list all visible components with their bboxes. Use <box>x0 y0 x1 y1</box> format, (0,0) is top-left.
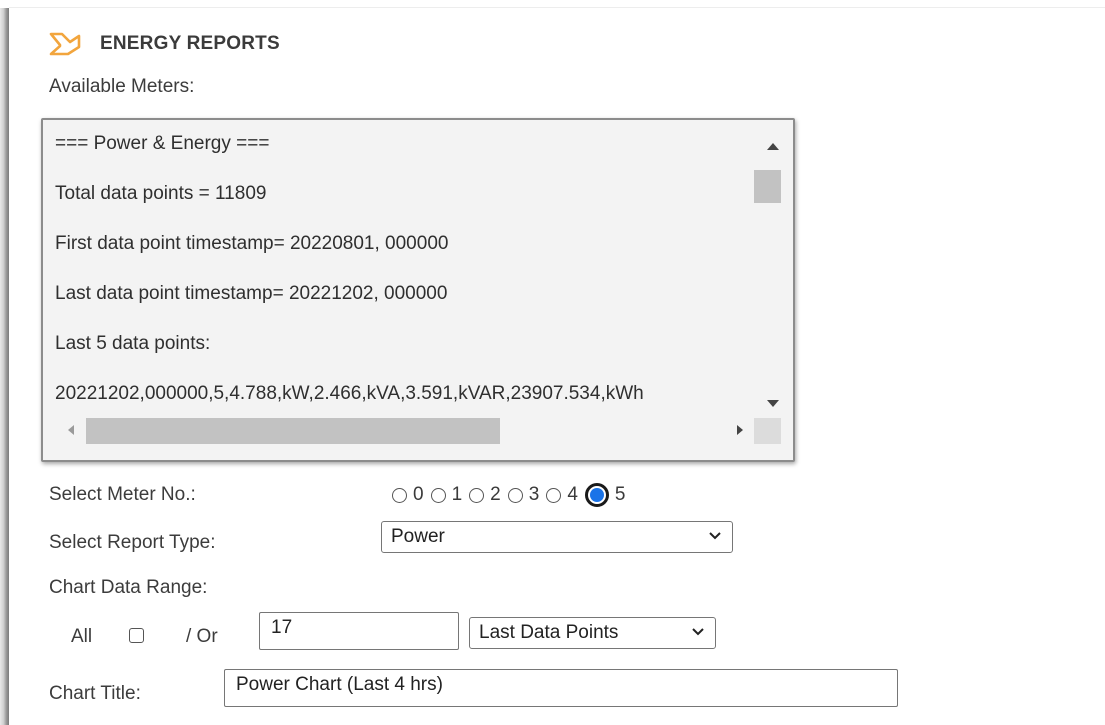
radio-label: 0 <box>413 484 424 505</box>
all-checkbox[interactable] <box>129 628 144 643</box>
scroll-right-icon[interactable] <box>737 425 743 435</box>
radio-button[interactable] <box>469 487 485 503</box>
horizontal-scroll-thumb[interactable] <box>86 418 500 444</box>
chart-title-label: Chart Title: <box>49 683 141 704</box>
meter-info-line: Last data point timestamp= 20221202, 000… <box>55 283 448 304</box>
scroll-up-icon[interactable] <box>767 143 779 150</box>
radio-button[interactable] <box>584 483 609 507</box>
panel-left-border <box>0 8 9 725</box>
meter-info-line: === Power & Energy === <box>55 133 270 154</box>
meter-radio-1[interactable]: 1 <box>430 484 463 506</box>
meters-listbox[interactable]: === Power & Energy === Total data points … <box>41 118 795 462</box>
meter-info-line: Total data points = 11809 <box>55 183 267 204</box>
report-type-select[interactable]: Power <box>381 521 733 553</box>
scrollbar-corner <box>754 418 781 444</box>
range-mode-value: Last Data Points <box>479 622 619 643</box>
meter-info-line: Last 5 data points: <box>55 333 211 354</box>
chart-range-label: Chart Data Range: <box>49 577 208 598</box>
vertical-scroll-thumb[interactable] <box>754 170 781 203</box>
select-meter-label: Select Meter No.: <box>49 484 196 505</box>
chevron-down-icon <box>709 532 721 540</box>
available-meters-label: Available Meters: <box>49 76 195 97</box>
radio-label: 2 <box>490 484 501 505</box>
all-label: All <box>71 626 93 647</box>
range-mode-select[interactable]: Last Data Points <box>469 617 716 649</box>
radio-button[interactable] <box>430 487 446 503</box>
radio-label: 3 <box>528 484 540 505</box>
radio-label: 1 <box>451 484 463 505</box>
chart-title-input[interactable]: Power Chart (Last 4 hrs) <box>224 669 898 707</box>
report-type-label: Select Report Type: <box>49 532 216 553</box>
radio-button[interactable] <box>507 487 523 503</box>
radio-label: 5 <box>614 484 626 505</box>
meter-radio-4[interactable]: 4 <box>546 484 578 506</box>
horizontal-scrollbar[interactable] <box>43 418 754 458</box>
or-label: / Or <box>186 626 218 647</box>
data-points-count-input[interactable]: 17 <box>259 612 459 650</box>
scroll-left-icon[interactable] <box>68 425 74 435</box>
arrow-icon <box>48 31 84 57</box>
radio-label: 4 <box>567 484 578 505</box>
radio-button[interactable] <box>546 487 562 503</box>
radio-button[interactable] <box>392 487 407 503</box>
meter-radio-2[interactable]: 2 <box>469 484 501 506</box>
chart-title-value: Power Chart (Last 4 hrs) <box>236 674 443 695</box>
meters-list: === Power & Energy === Total data points … <box>55 131 750 431</box>
section-header: ENERGY REPORTS <box>48 28 280 60</box>
panel-top-border <box>9 7 1105 8</box>
meter-radio-0[interactable]: 0 <box>392 484 424 506</box>
data-points-count-value: 17 <box>271 617 293 638</box>
chevron-down-icon <box>692 628 704 636</box>
vertical-scrollbar[interactable] <box>754 120 791 417</box>
report-type-value: Power <box>391 526 445 547</box>
meter-radio-3[interactable]: 3 <box>507 484 540 506</box>
meter-info-line: First data point timestamp= 20220801, 00… <box>55 233 449 254</box>
meter-radio-group: 0 1 2 3 4 5 <box>392 482 632 508</box>
scroll-down-icon[interactable] <box>767 400 779 407</box>
meter-radio-5[interactable]: 5 <box>584 483 626 507</box>
page-title: ENERGY REPORTS <box>100 33 280 54</box>
